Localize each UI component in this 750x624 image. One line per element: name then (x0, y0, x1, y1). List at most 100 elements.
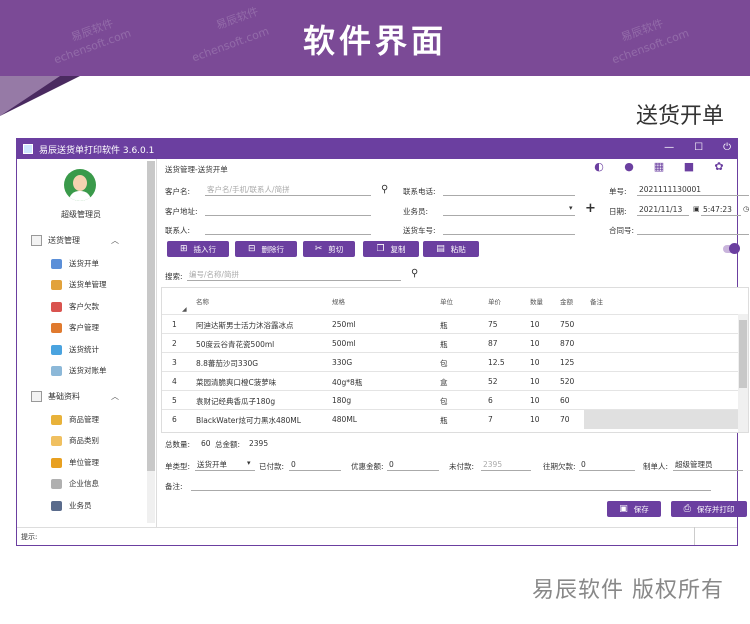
maximize-button[interactable]: ☐ (694, 142, 703, 153)
cell-spec[interactable]: 250ml (332, 320, 356, 329)
column-header[interactable]: 单价 (488, 296, 501, 306)
table-row[interactable]: 5 袁财记经典香瓜子180g 180g 包 6 10 60 (162, 390, 740, 409)
menu-group-basic[interactable]: 基础资料 ︿ (31, 391, 119, 402)
time-input[interactable]: 5:47:23 (701, 204, 741, 216)
sidebar-item-debt[interactable]: 客户欠款 (51, 301, 99, 312)
delete-row-button[interactable]: ⊟ 删除行 (235, 241, 297, 257)
sidebar-scrollbar[interactable] (147, 161, 155, 523)
table-scrollbar[interactable] (738, 314, 748, 432)
sidebar-item-unit[interactable]: 单位管理 (51, 457, 99, 468)
palette-icon[interactable]: ✿ (713, 161, 725, 173)
cell-name[interactable]: 阿迪达斯男士活力沐浴露冰点 (196, 320, 294, 331)
add-salesman-icon[interactable]: + (585, 201, 596, 216)
column-header[interactable]: 规格 (332, 296, 345, 306)
cell-spec[interactable]: 40g*8瓶 (332, 377, 362, 388)
cell-name[interactable]: 50度云谷青花瓷500ml (196, 339, 274, 350)
save-print-button[interactable]: ⎙ 保存并打印 (671, 501, 747, 517)
cell-spec[interactable]: 330G (332, 358, 352, 367)
scrollbar-thumb[interactable] (739, 320, 747, 388)
sidebar-item-category[interactable]: 商品类别 (51, 435, 99, 446)
maker-input[interactable]: 超级管理员 (673, 459, 743, 471)
cell-qty[interactable]: 10 (530, 396, 540, 405)
salesman-select[interactable] (443, 204, 575, 216)
car-no-input[interactable] (443, 223, 575, 235)
copy-button[interactable]: ❐ 复制 (363, 241, 419, 257)
order-no-input[interactable]: 2021111130001 (637, 184, 749, 196)
cell-unit[interactable]: 盒 (440, 377, 448, 388)
type-select[interactable]: 送货开单 (195, 459, 255, 471)
sidebar-item-order-manage[interactable]: 送货单管理 (51, 279, 107, 290)
column-header[interactable]: 金额 (560, 296, 573, 306)
search-icon[interactable]: ⚲ (381, 184, 388, 195)
calculator-icon[interactable]: ▦ (653, 161, 665, 173)
sidebar-item-goods[interactable]: 商品管理 (51, 414, 99, 425)
sidebar-item-customer[interactable]: 客户管理 (51, 322, 99, 333)
video-icon[interactable]: ■ (683, 161, 695, 173)
mode-toggle[interactable] (723, 243, 740, 254)
remark-input[interactable] (191, 479, 711, 491)
cell-price[interactable]: 75 (488, 320, 498, 329)
cell-price[interactable]: 87 (488, 339, 498, 348)
cell-qty[interactable]: 10 (530, 320, 540, 329)
cell-qty[interactable]: 10 (530, 339, 540, 348)
cell-spec[interactable]: 500ml (332, 339, 356, 348)
cut-button[interactable]: ✂ 剪切 (303, 241, 355, 257)
sidebar-item-delivery-order[interactable]: 送货开单 (51, 258, 99, 269)
cell-unit[interactable]: 包 (440, 396, 448, 407)
column-header[interactable]: 数量 (530, 296, 543, 306)
clock-icon[interactable]: ◷ (743, 205, 749, 213)
power-button[interactable]: ⏻ (723, 142, 731, 153)
discount-input[interactable]: 0 (387, 459, 439, 471)
contact-input[interactable] (205, 223, 371, 235)
scrollbar-thumb[interactable] (147, 161, 155, 471)
sidebar-item-salesman[interactable]: 业务员 (51, 500, 92, 511)
cell-amount[interactable]: 750 (560, 320, 574, 329)
table-row[interactable]: 3 8.8蕃茄沙司330G 330G 包 12.5 10 125 (162, 352, 740, 371)
insert-row-button[interactable]: ⊞ 插入行 (167, 241, 229, 257)
cell-price[interactable]: 52 (488, 377, 498, 386)
user-circle-icon[interactable]: ● (623, 161, 635, 173)
sidebar-item-stats[interactable]: 送货统计 (51, 344, 99, 355)
cell-spec[interactable]: 180g (332, 396, 351, 405)
date-input[interactable]: 2021/11/13 (637, 204, 689, 216)
address-input[interactable] (205, 204, 371, 216)
cell-price[interactable]: 12.5 (488, 358, 505, 367)
cell-unit[interactable]: 瓶 (440, 415, 448, 426)
save-button[interactable]: ▣ 保存 (607, 501, 661, 517)
cell-amount[interactable]: 125 (560, 358, 574, 367)
selected-cell[interactable] (584, 410, 740, 429)
paste-button[interactable]: ▤ 粘贴 (423, 241, 479, 257)
cell-name[interactable]: 菜园清脆爽口橙C菠萝味 (196, 377, 276, 388)
column-header[interactable]: 单位 (440, 296, 453, 306)
table-row[interactable]: 4 菜园清脆爽口橙C菠萝味 40g*8瓶 盒 52 10 520 (162, 371, 740, 390)
cell-name[interactable]: 8.8蕃茄沙司330G (196, 358, 258, 369)
cell-amount[interactable]: 520 (560, 377, 574, 386)
toggle-icon[interactable]: ◐ (593, 161, 605, 173)
phone-input[interactable] (443, 184, 575, 196)
column-header[interactable]: 备注 (590, 296, 603, 306)
table-row[interactable]: 1 阿迪达斯男士活力沐浴露冰点 250ml 瓶 75 10 750 (162, 314, 740, 333)
menu-group-delivery[interactable]: 送货管理 ︿ (31, 235, 119, 246)
cell-amount[interactable]: 870 (560, 339, 574, 348)
table-row[interactable]: 6 BlackWater炫可力黑水480ML 480ML 瓶 7 10 70 (162, 409, 740, 429)
cell-unit[interactable]: 包 (440, 358, 448, 369)
cell-name[interactable]: BlackWater炫可力黑水480ML (196, 415, 301, 426)
cell-spec[interactable]: 480ML (332, 415, 357, 424)
cell-price[interactable]: 6 (488, 396, 493, 405)
cell-unit[interactable]: 瓶 (440, 320, 448, 331)
cell-name[interactable]: 袁财记经典香瓜子180g (196, 396, 275, 407)
cell-qty[interactable]: 10 (530, 415, 540, 424)
cell-amount[interactable]: 70 (560, 415, 570, 424)
search-input[interactable]: 编号/名称/简拼 (187, 269, 401, 281)
search-icon[interactable]: ⚲ (411, 268, 418, 279)
cell-amount[interactable]: 60 (560, 396, 570, 405)
cell-price[interactable]: 7 (488, 415, 493, 424)
cell-qty[interactable]: 10 (530, 358, 540, 367)
column-header[interactable]: 名称 (196, 296, 209, 306)
table-row[interactable]: 2 50度云谷青花瓷500ml 500ml 瓶 87 10 870 (162, 333, 740, 352)
customer-input[interactable]: 客户名/手机/联系人/简拼 (205, 184, 371, 196)
chevron-down-icon[interactable]: ▾ (569, 204, 573, 212)
calendar-icon[interactable]: ▣ (693, 205, 700, 213)
sidebar-item-company[interactable]: 企业信息 (51, 478, 99, 489)
cell-qty[interactable]: 10 (530, 377, 540, 386)
